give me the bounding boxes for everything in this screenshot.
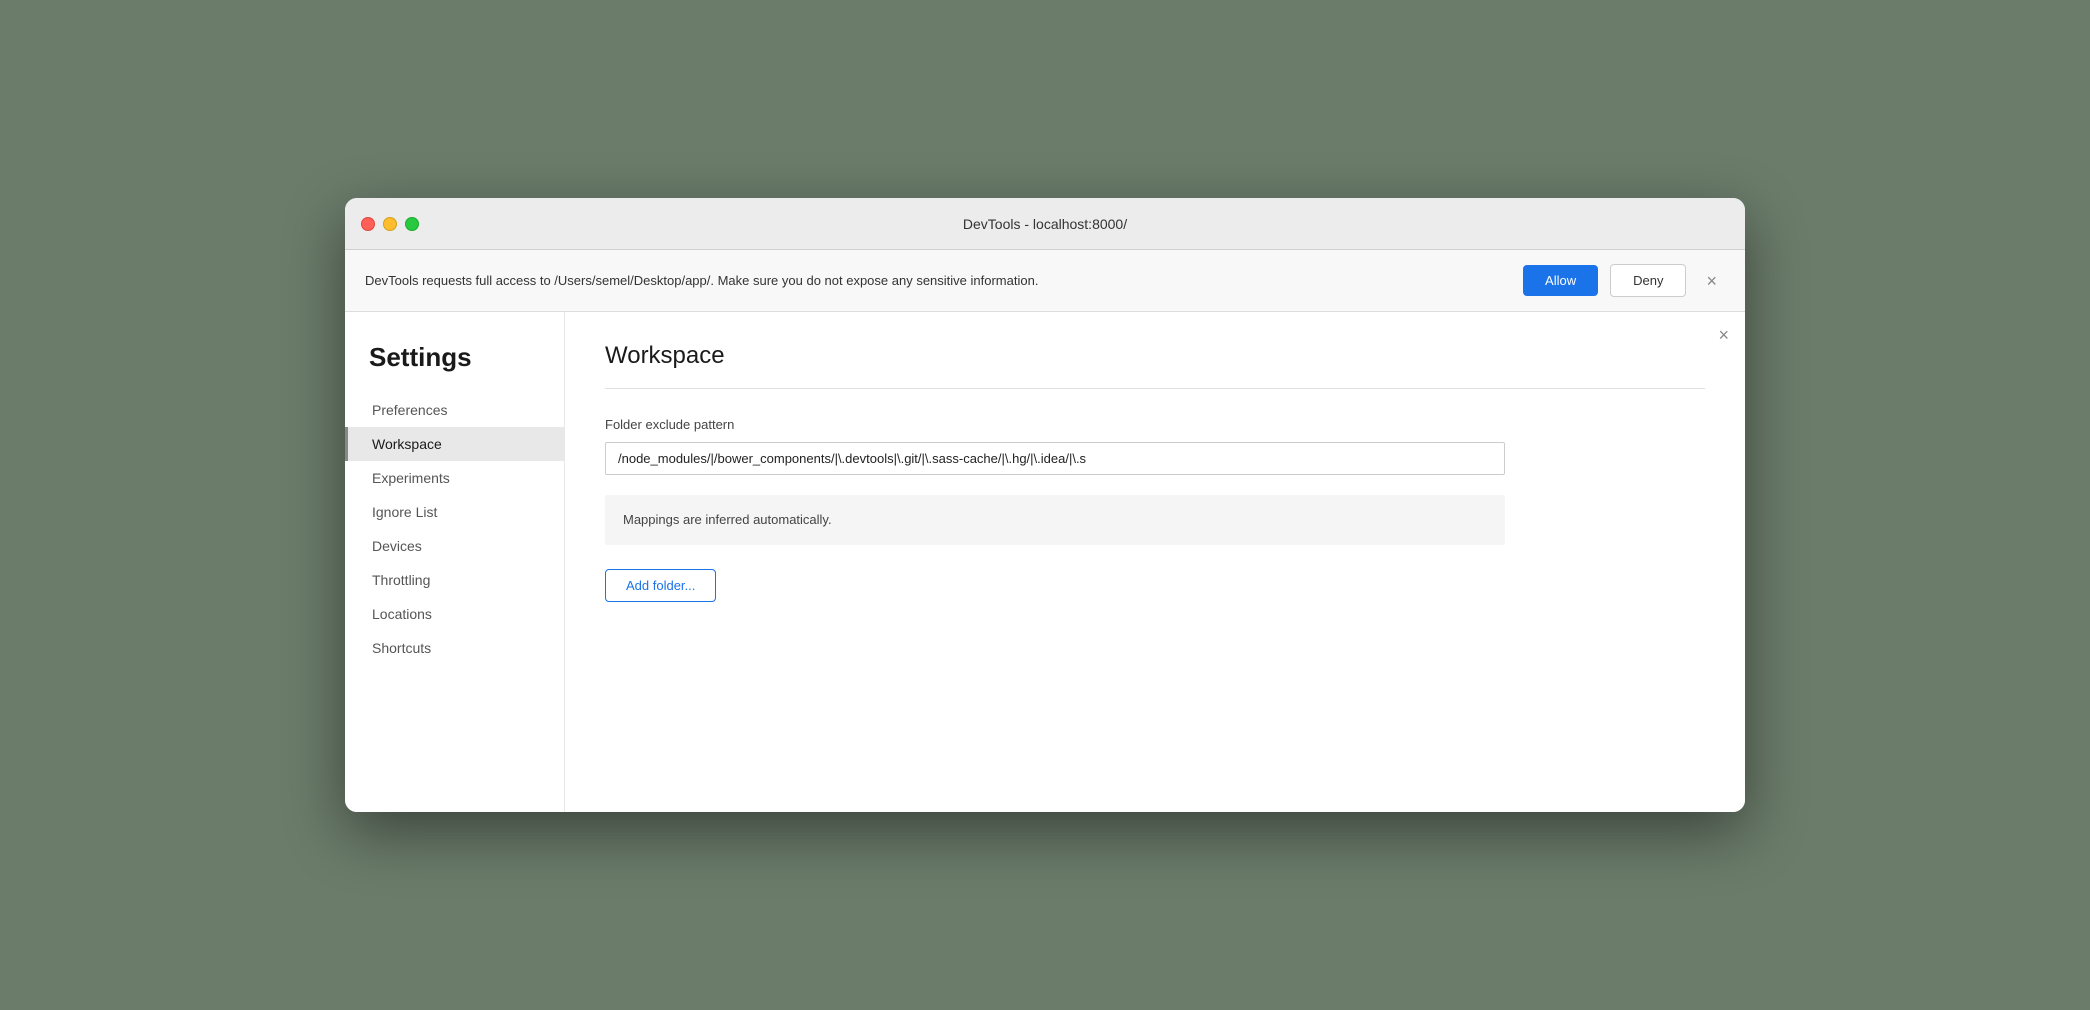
settings-panel: × Settings Preferences Workspace Experim…: [345, 312, 1745, 812]
minimize-button[interactable]: [383, 217, 397, 231]
panel-title: Workspace: [605, 342, 1705, 370]
sidebar-item-label: Workspace: [372, 436, 442, 452]
allow-button[interactable]: Allow: [1523, 265, 1598, 296]
sidebar-item-ignore-list[interactable]: Ignore List: [345, 495, 564, 529]
permission-message: DevTools requests full access to /Users/…: [365, 273, 1511, 288]
devtools-window: DevTools - localhost:8000/ DevTools requ…: [345, 198, 1745, 812]
sidebar-item-preferences[interactable]: Preferences: [345, 393, 564, 427]
sidebar-item-label: Preferences: [372, 402, 447, 418]
sidebar-item-label: Shortcuts: [372, 640, 431, 656]
panel-divider: [605, 388, 1705, 389]
sidebar-item-label: Devices: [372, 538, 422, 554]
sidebar-item-workspace[interactable]: Workspace: [345, 427, 564, 461]
title-bar: DevTools - localhost:8000/: [345, 198, 1745, 250]
settings-close-button[interactable]: ×: [1718, 326, 1729, 344]
mappings-info-box: Mappings are inferred automatically.: [605, 495, 1505, 545]
sidebar-item-label: Ignore List: [372, 504, 437, 520]
sidebar-item-locations[interactable]: Locations: [345, 597, 564, 631]
sidebar-item-label: Locations: [372, 606, 432, 622]
sidebar-item-experiments[interactable]: Experiments: [345, 461, 564, 495]
sidebar-title: Settings: [345, 342, 564, 393]
deny-button[interactable]: Deny: [1610, 264, 1686, 297]
permission-bar: DevTools requests full access to /Users/…: [345, 250, 1745, 312]
folder-exclude-label: Folder exclude pattern: [605, 417, 1705, 432]
mappings-info-text: Mappings are inferred automatically.: [623, 512, 832, 527]
workspace-panel: Workspace Folder exclude pattern Mapping…: [565, 312, 1745, 812]
sidebar: Settings Preferences Workspace Experimen…: [345, 312, 565, 812]
sidebar-item-devices[interactable]: Devices: [345, 529, 564, 563]
add-folder-button[interactable]: Add folder...: [605, 569, 716, 602]
sidebar-item-label: Throttling: [372, 572, 430, 588]
close-button[interactable]: [361, 217, 375, 231]
maximize-button[interactable]: [405, 217, 419, 231]
window-title: DevTools - localhost:8000/: [963, 216, 1127, 232]
permission-close-button[interactable]: ×: [1698, 268, 1725, 294]
sidebar-item-throttling[interactable]: Throttling: [345, 563, 564, 597]
sidebar-item-label: Experiments: [372, 470, 450, 486]
traffic-lights: [361, 217, 419, 231]
sidebar-item-shortcuts[interactable]: Shortcuts: [345, 631, 564, 665]
folder-exclude-input[interactable]: [605, 442, 1505, 475]
